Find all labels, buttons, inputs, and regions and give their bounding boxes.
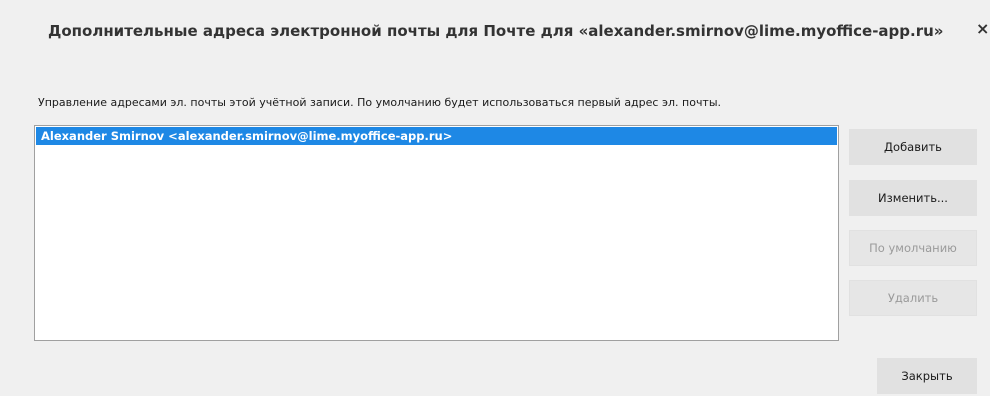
add-button[interactable]: Добавить (849, 129, 977, 165)
edit-button[interactable]: Изменить... (849, 180, 977, 216)
close-icon[interactable]: × (976, 19, 989, 38)
list-item[interactable]: Alexander Smirnov <alexander.smirnov@lim… (36, 127, 837, 145)
description-text: Управление адресами эл. почты этой учётн… (38, 96, 722, 109)
set-default-button[interactable]: По умолчанию (849, 230, 977, 266)
address-listbox[interactable]: Alexander Smirnov <alexander.smirnov@lim… (34, 125, 839, 341)
dialog: Дополнительные адреса электронной почты … (0, 0, 990, 396)
dialog-content: Управление адресами эл. почты этой учётн… (0, 62, 990, 396)
close-button[interactable]: Закрыть (877, 358, 977, 394)
dialog-title: Дополнительные адреса электронной почты … (48, 22, 944, 40)
delete-button[interactable]: Удалить (849, 280, 977, 316)
dialog-titlebar: Дополнительные адреса электронной почты … (0, 0, 990, 62)
